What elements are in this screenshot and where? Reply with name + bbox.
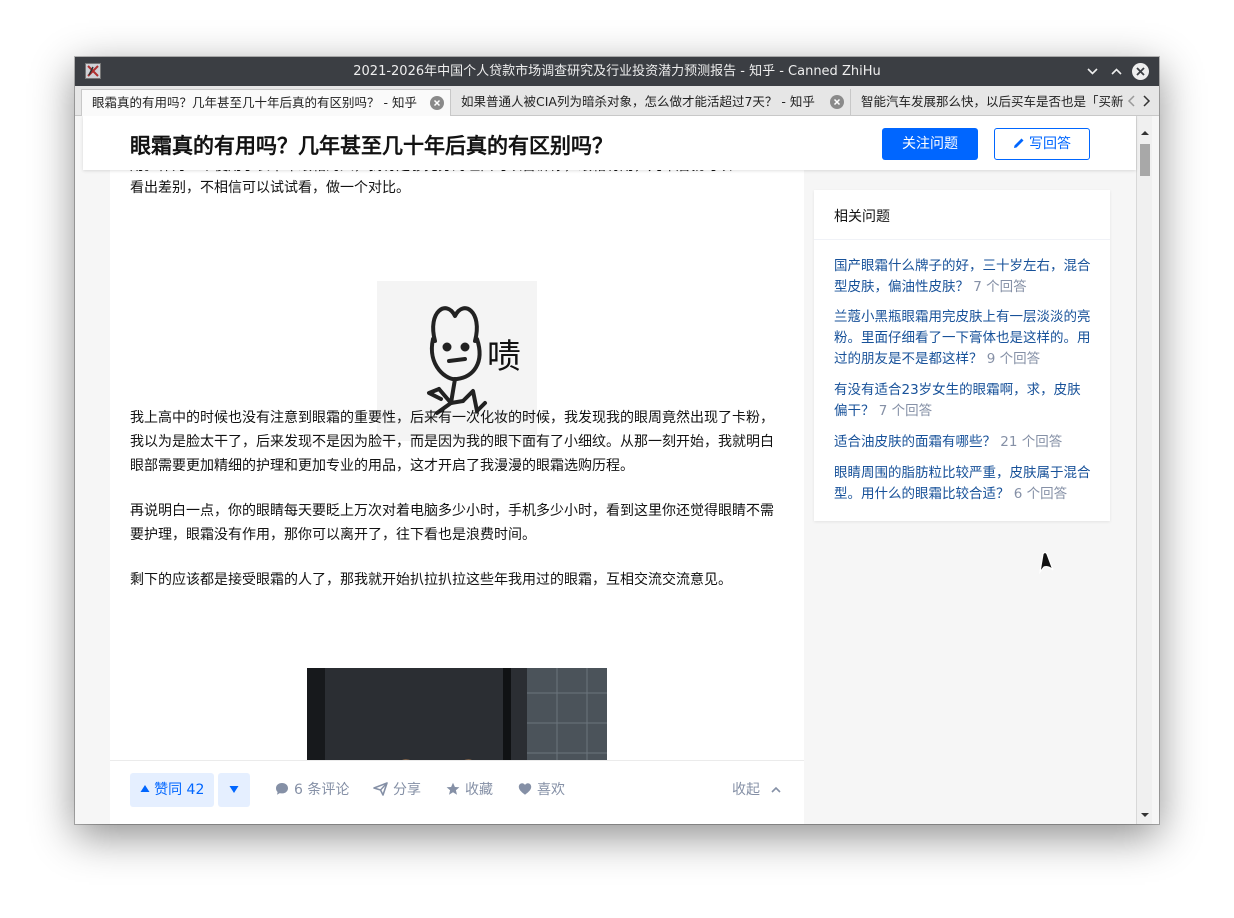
page-content: 眼霜真的有用吗？几年甚至几十年后真的有区别吗？ 关注问题 写回答 用。作为一个使… <box>75 116 1159 824</box>
favorite-label: 收藏 <box>465 782 493 798</box>
tab-close-icon[interactable] <box>430 96 444 110</box>
answer-count: 7 个回答 <box>878 403 933 419</box>
tab-eye-cream[interactable]: 眼霜真的有用吗？几年甚至几十年后真的有区别吗？ - 知乎 <box>81 89 451 116</box>
share-button[interactable]: 分享 <box>373 773 421 807</box>
maximize-button[interactable] <box>1108 63 1125 80</box>
vertical-scrollbar[interactable] <box>1136 116 1152 824</box>
related-question-text[interactable]: 兰蔻小黑瓶眼霜用完皮肤上有一层淡淡的亮粉。里面仔细看了一下膏体也是这样的。用过的… <box>834 309 1091 367</box>
related-question-text[interactable]: 国产眼霜什么牌子的好，三十岁左右，混合型皮肤，偏油性皮肤？ <box>834 258 1091 295</box>
scroll-down-icon[interactable] <box>1140 804 1150 817</box>
related-question-text[interactable]: 有没有适合23岁女生的眼霜啊，求，皮肤偏干？ <box>834 382 1081 419</box>
related-questions-card: 相关问题 国产眼霜什么牌子的好，三十岁左右，混合型皮肤，偏油性皮肤？ 7 个回答… <box>814 190 1110 521</box>
comment-bubble-icon <box>276 783 288 795</box>
related-question-item[interactable]: 国产眼霜什么牌子的好，三十岁左右，混合型皮肤，偏油性皮肤？ 7 个回答 <box>834 256 1092 298</box>
like-button[interactable]: 喜欢 <box>518 773 565 807</box>
write-answer-button[interactable]: 写回答 <box>994 128 1090 160</box>
related-question-item[interactable]: 适合油皮肤的面霜有哪些？ 21 个回答 <box>834 432 1092 453</box>
window-title: 2021-2026年中国个人贷款市场调查研究及行业投资潜力预测报告 - 知乎 -… <box>353 64 881 79</box>
follow-question-button[interactable]: 关注问题 <box>882 128 978 160</box>
answer-article: 用。作为一个使用了长十年眼霜的人，我有足够充分的理由可以告诉你，眼霜有用，几年后… <box>110 170 804 824</box>
upvote-button[interactable]: 赞同 42 <box>130 773 214 807</box>
answer-count: 9 个回答 <box>986 351 1041 367</box>
answer-count: 21 个回答 <box>1000 434 1063 450</box>
scroll-thumb[interactable] <box>1140 144 1150 176</box>
comments-button[interactable]: 6 条评论 <box>275 773 349 807</box>
paragraph-0-end: 看出差别，不相信可以试试看，做一个对比。 <box>130 180 410 196</box>
tab-scroll-left-icon[interactable] <box>1125 92 1139 110</box>
paragraph-3: 剩下的应该都是接受眼霜的人了，那我就开始扒拉扒拉这些年我用过的眼霜，互相交流交流… <box>130 572 732 588</box>
tab-bar: 眼霜真的有用吗？几年甚至几十年后真的有区别吗？ - 知乎 如果普通人被CIA列为… <box>75 86 1159 116</box>
browser-window: 2021-2026年中国个人贷款市场调查研究及行业投资潜力预测报告 - 知乎 -… <box>75 57 1159 824</box>
triangle-up-icon <box>140 782 154 798</box>
mouse-cursor-icon <box>1034 548 1056 576</box>
answer-count: 6 个回答 <box>1013 486 1068 502</box>
question-header: 眼霜真的有用吗？几年甚至几十年后真的有区别吗？ 关注问题 写回答 <box>83 116 1136 170</box>
related-question-item[interactable]: 兰蔻小黑瓶眼霜用完皮肤上有一层淡淡的亮粉。里面仔细看了一下膏体也是这样的。用过的… <box>834 307 1092 370</box>
minimize-button[interactable] <box>1084 63 1101 80</box>
related-question-item[interactable]: 眼睛周围的脂肪粒比较严重，皮肤属于混合型。用什么的眼霜比较合适？ 6 个回答 <box>834 463 1092 505</box>
collapse-button[interactable]: 收起 <box>732 773 782 807</box>
tab-smart-car[interactable]: 智能汽车发展那么快，以后买车是否也是「买新不买旧」 <box>851 89 1123 116</box>
pencil-icon <box>1013 130 1025 160</box>
tab-label: 如果普通人被CIA列为暗杀对象，怎么做才能活超过7天？ - 知乎 <box>461 94 815 109</box>
related-question-item[interactable]: 有没有适合23岁女生的眼霜啊，求，皮肤偏干？ 7 个回答 <box>834 380 1092 422</box>
tab-close-icon[interactable] <box>830 95 844 109</box>
title-bar: 2021-2026年中国个人贷款市场调查研究及行业投资潜力预测报告 - 知乎 -… <box>75 57 1159 86</box>
downvote-button[interactable] <box>218 773 250 807</box>
related-questions-title: 相关问题 <box>834 209 890 225</box>
close-window-button[interactable] <box>1132 63 1149 80</box>
heart-icon <box>518 783 532 795</box>
scroll-up-icon[interactable] <box>1140 122 1150 135</box>
write-answer-label: 写回答 <box>1029 136 1071 152</box>
tab-label: 眼霜真的有用吗？几年甚至几十年后真的有区别吗？ - 知乎 <box>92 95 417 110</box>
tab-scroll-right-icon[interactable] <box>1139 92 1153 110</box>
favorite-button[interactable]: 收藏 <box>446 773 493 807</box>
related-question-text[interactable]: 适合油皮肤的面霜有哪些？ <box>834 434 996 450</box>
paper-plane-icon <box>373 782 388 796</box>
chevron-up-icon <box>771 786 782 793</box>
tab-cia[interactable]: 如果普通人被CIA列为暗杀对象，怎么做才能活超过7天？ - 知乎 <box>451 89 851 116</box>
share-label: 分享 <box>393 782 421 798</box>
sticker-text: 啧 <box>487 337 521 377</box>
paragraph-2: 再说明白一点，你的眼睛每天要眨上万次对着电脑多少小时，手机多少小时，看到这里你还… <box>130 503 774 543</box>
collapse-label: 收起 <box>732 782 760 798</box>
question-title: 眼霜真的有用吗？几年甚至几十年后真的有区别吗？ <box>130 134 613 158</box>
answer-count: 7 个回答 <box>973 279 1027 295</box>
triangle-down-icon <box>229 782 239 798</box>
like-label: 喜欢 <box>537 782 565 798</box>
tab-label: 智能汽车发展那么快，以后买车是否也是「买新不买旧」 <box>861 94 1123 109</box>
divider <box>814 239 1110 240</box>
paragraph-1: 我上高中的时候也没有注意到眼霜的重要性，后来有一次化妆的时候，我发现我的眼周竟然… <box>130 410 774 474</box>
answer-action-bar: 赞同 42 6 条评论 分享 收藏 喜欢 收起 <box>110 760 804 824</box>
comments-label: 6 条评论 <box>294 782 350 798</box>
upvote-label: 赞同 42 <box>154 782 205 798</box>
star-icon <box>446 782 460 795</box>
